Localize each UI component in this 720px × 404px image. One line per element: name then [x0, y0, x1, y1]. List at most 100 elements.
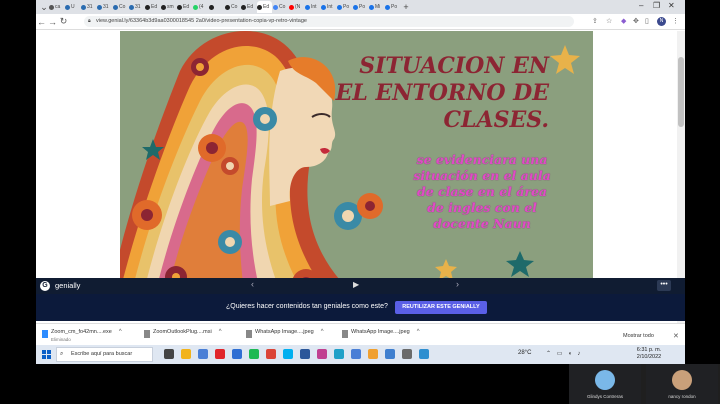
browser-tab[interactable]: sm [161, 1, 176, 13]
system-tray-icons[interactable]: ⌃ ▭ ◖ ♪ [546, 350, 582, 357]
tab-label: Co [231, 4, 238, 10]
genially-brand[interactable]: genially [55, 281, 80, 290]
tab-label: 31 [87, 4, 93, 10]
genially-logo-icon[interactable]: G [40, 281, 50, 291]
browser-tab[interactable]: (4 [193, 1, 208, 13]
browser-tab[interactable]: 31 [129, 1, 144, 13]
browser-tab[interactable]: Ed [177, 1, 192, 13]
previous-slide-button[interactable]: ‹ [251, 279, 254, 289]
close-downloads-icon[interactable]: ✕ [673, 332, 679, 340]
play-button[interactable]: ▶ [353, 280, 359, 289]
genially-player-bar: G genially ‹ ▶ › ••• [36, 278, 685, 294]
browser-tab[interactable]: Co [273, 1, 288, 13]
browser-tab[interactable]: Int [321, 1, 336, 13]
close-window-icon[interactable]: ✕ [668, 1, 675, 10]
file-explorer-icon[interactable] [181, 349, 191, 359]
app-s-icon[interactable] [419, 349, 429, 359]
presentation-slide[interactable]: SITUACION EN EL ENTORNO DE CLASES. se ev… [120, 31, 593, 279]
clock-time: 6:31 p. m. [636, 347, 662, 353]
paint-icon[interactable] [368, 349, 378, 359]
reuse-genially-button[interactable]: REUTILIZAR ESTE GENIALLY [395, 301, 487, 314]
task-view-icon[interactable] [164, 349, 174, 359]
browser-tab[interactable]: Ed [257, 1, 272, 13]
browser-tab[interactable]: Ed [145, 1, 160, 13]
participant-tile[interactable]: Glindys Contreras [569, 364, 641, 404]
minimize-icon[interactable]: – [639, 1, 643, 10]
download-filename: Zoom_cm_fo42mn....exe [51, 329, 112, 335]
download-item[interactable]: WhatsApp Image....jpeg ^ [246, 329, 324, 345]
browser-tab[interactable]: Int [305, 1, 320, 13]
browser-tab[interactable]: 31 [81, 1, 96, 13]
sidepanel-icon[interactable]: ▯ [645, 17, 649, 25]
next-slide-button[interactable]: › [456, 279, 459, 289]
word-icon[interactable] [300, 349, 310, 359]
weather-temperature[interactable]: 28°C [518, 350, 531, 356]
download-options-icon[interactable]: ^ [219, 329, 222, 335]
windows-store-icon[interactable] [198, 349, 208, 359]
browser-tab[interactable] [209, 1, 224, 13]
reload-icon[interactable]: ↻ [58, 16, 69, 27]
new-tab-button[interactable]: + [401, 2, 411, 12]
browser-tab[interactable]: Co [225, 1, 240, 13]
browser-tab[interactable]: 31 [97, 1, 112, 13]
maximize-icon[interactable]: ❐ [653, 1, 660, 10]
bookmark-star-icon[interactable]: ☆ [606, 17, 612, 25]
download-file-icon [42, 330, 48, 338]
tab-label: Co [119, 4, 126, 10]
tab-label: Po [391, 4, 398, 10]
search-icon: ⌕ [60, 351, 64, 357]
tab-label: 31 [103, 4, 109, 10]
tab-favicon-icon [257, 4, 262, 10]
spotify-icon[interactable] [249, 349, 259, 359]
browser-tab[interactable]: (N [289, 1, 304, 13]
puzzle-icon[interactable]: ✥ [633, 17, 639, 25]
browser-tab[interactable]: Mi [369, 1, 384, 13]
browser-tab[interactable]: Ed [241, 1, 256, 13]
forward-icon[interactable]: → [47, 17, 58, 27]
back-icon[interactable]: ← [36, 17, 47, 27]
tab-favicon-icon [305, 4, 310, 10]
profile-avatar[interactable]: N [657, 17, 666, 26]
skype-icon[interactable] [283, 349, 293, 359]
browser-tab[interactable]: Po [385, 1, 400, 13]
chrome-icon[interactable] [266, 349, 276, 359]
browser-tab[interactable]: Po [337, 1, 352, 13]
photo-viewer-icon[interactable] [385, 349, 395, 359]
download-options-icon[interactable]: ^ [321, 329, 324, 335]
player-menu-button[interactable]: ••• [657, 280, 671, 291]
opera-icon[interactable] [215, 349, 225, 359]
tab-favicon-icon [129, 4, 134, 10]
share-icon[interactable]: ⇪ [592, 17, 598, 25]
browser-tab[interactable]: Po [353, 1, 368, 13]
browser-tab[interactable]: Co [113, 1, 128, 13]
download-item[interactable]: Zoom_cm_fo42mn....exe Eliminado ^ [42, 329, 122, 345]
snip-icon[interactable] [402, 349, 412, 359]
tab-label: Po [359, 4, 366, 10]
browser-tab[interactable]: U [65, 1, 80, 13]
download-filename: ZoomOutlookPlug....msi [153, 329, 212, 335]
tab-strip: ⌄ ca U 31 31 Co 31 Ed sm Ed (4 Co Ed Ed Co (N Int Int Po P… [36, 0, 685, 14]
download-options-icon[interactable]: ^ [417, 329, 420, 335]
taskbar-clock[interactable]: 6:31 p. m. 2/10/2022 [632, 347, 666, 361]
video-call-participants: Glindys Contreras nancy rondon [569, 364, 720, 404]
settings-icon[interactable] [351, 349, 361, 359]
extension-icon[interactable]: ◆ [621, 17, 626, 25]
download-item[interactable]: WhatsApp Image....jpeg ^ [342, 329, 420, 345]
edge-icon[interactable] [334, 349, 344, 359]
download-item[interactable]: ZoomOutlookPlug....msi ^ [144, 329, 222, 345]
address-bar[interactable]: 🔒︎ view.genial.ly/63364b3d9aa0300018545 … [84, 16, 574, 27]
slide-body-line: situación en el aula [413, 168, 551, 183]
tab-search-icon[interactable]: ⌄ [39, 2, 49, 13]
taskbar-search-input[interactable]: ⌕ Escribe aquí para buscar [56, 347, 153, 362]
participant-tile[interactable]: nancy rondon [646, 364, 718, 404]
tab-favicon-icon [273, 4, 278, 10]
show-all-downloads-link[interactable]: Mostrar todo [623, 333, 654, 339]
screen: ⌄ ca U 31 31 Co 31 Ed sm Ed (4 Co Ed Ed Co (N Int Int Po P… [0, 0, 720, 404]
browser-tab[interactable]: ca [49, 1, 64, 13]
scrollbar-thumb[interactable] [678, 57, 684, 127]
browser-menu-icon[interactable]: ⋮ [672, 17, 679, 25]
photos-icon[interactable] [317, 349, 327, 359]
windows-start-icon[interactable] [42, 350, 51, 359]
download-options-icon[interactable]: ^ [119, 329, 122, 335]
mail-icon[interactable] [232, 349, 242, 359]
